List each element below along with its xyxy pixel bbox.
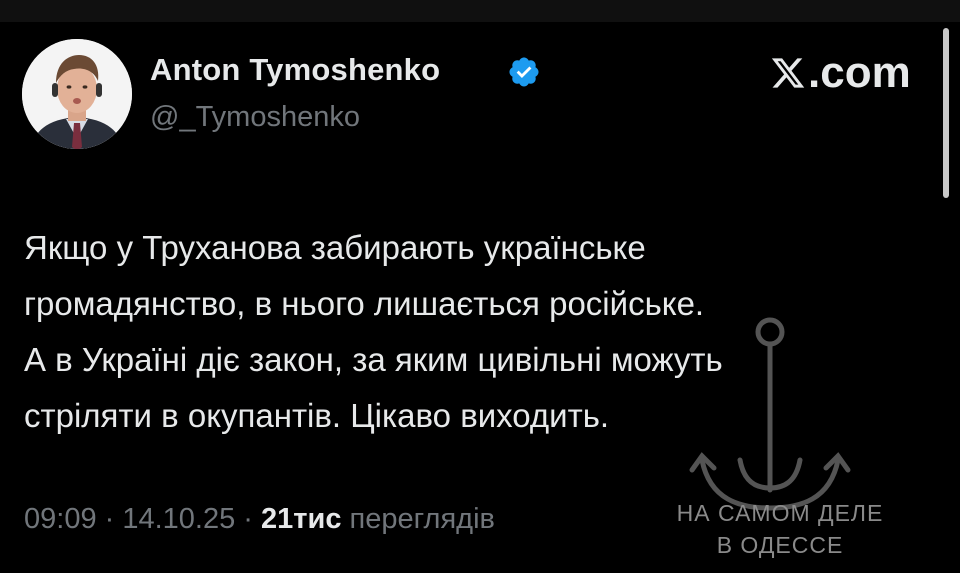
author-name[interactable]: Anton Tymoshenko xyxy=(150,52,440,88)
views-label: переглядів xyxy=(349,503,495,535)
tweet-date[interactable]: 14.10.25 xyxy=(122,503,235,535)
verified-badge-icon xyxy=(509,57,539,87)
tweet-time[interactable]: 09:09 xyxy=(24,503,97,535)
brand-domain-label: .com xyxy=(808,48,911,97)
watermark-line-1: НА САМОМ ДЕЛЕ xyxy=(676,500,884,526)
avatar[interactable] xyxy=(22,39,132,149)
meta-separator: · xyxy=(235,503,262,535)
scrollbar[interactable] xyxy=(943,28,949,198)
author-handle[interactable]: @_Tymoshenko xyxy=(150,101,360,134)
anchor-icon xyxy=(689,317,851,511)
watermark-line-2: В ОДЕССЕ xyxy=(716,532,844,558)
views-count: 21тис xyxy=(261,503,342,535)
tweet-text-line: Якщо у Труханова забирають українське xyxy=(24,229,646,266)
avatar-portrait-icon xyxy=(22,39,132,149)
tweet-meta: 09:09 · 14.10.25 · 21тис переглядів xyxy=(24,503,495,536)
top-strip xyxy=(0,0,960,22)
x-com-brand[interactable]: .com xyxy=(770,48,911,98)
meta-separator: · xyxy=(96,503,123,535)
x-logo-icon xyxy=(771,58,805,88)
